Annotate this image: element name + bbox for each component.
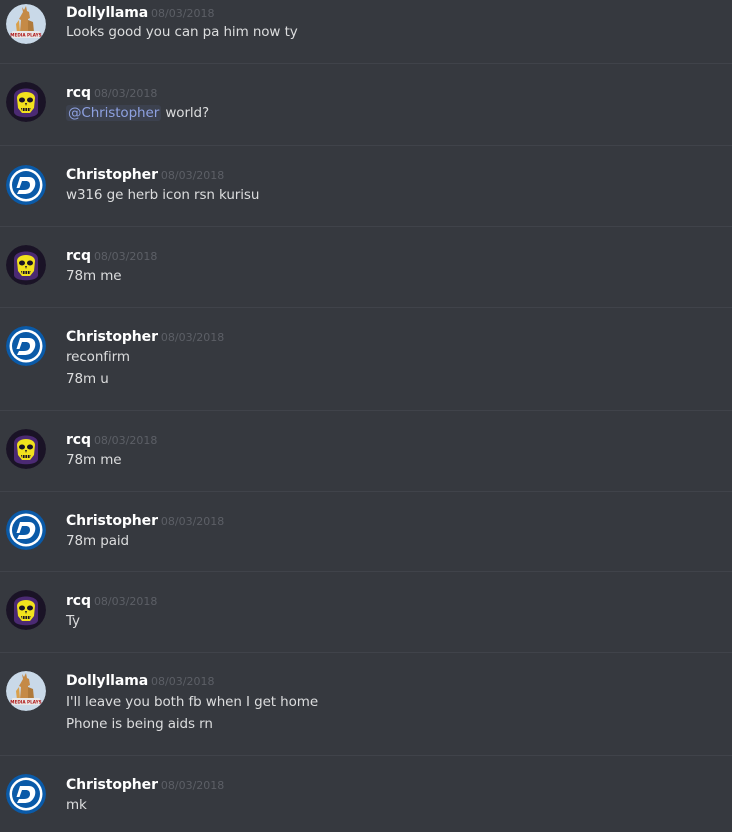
skeletor-skull-avatar-icon	[6, 590, 46, 630]
message-timestamp: 08/03/2018	[160, 331, 225, 344]
author-name[interactable]: rcq	[66, 85, 91, 101]
message-header: rcq 08/03/2018	[66, 245, 157, 265]
user-avatar-rcq[interactable]	[6, 590, 46, 630]
message-divider	[0, 571, 732, 572]
message-text: reconfirm	[66, 349, 130, 365]
message-text: 78m u	[66, 371, 109, 387]
message-divider	[0, 652, 732, 653]
message-text: 78m paid	[66, 533, 129, 549]
message-divider	[0, 410, 732, 411]
author-name[interactable]: rcq	[66, 248, 91, 264]
message-timestamp: 08/03/2018	[151, 7, 215, 20]
author-name[interactable]: rcq	[66, 432, 91, 448]
message-text: 78m me	[66, 452, 122, 468]
chat-message-list: MEDIA PLAYS Dollyllama 08/03/2018 Looks g…	[0, 0, 732, 832]
message-text: mk	[66, 797, 87, 813]
message-text: Ty	[66, 613, 80, 629]
message-divider	[0, 755, 732, 756]
user-avatar-christopher[interactable]	[6, 165, 46, 205]
skeletor-skull-avatar-icon	[6, 82, 46, 122]
author-name[interactable]: Christopher	[66, 167, 158, 183]
message-header: Christopher 08/03/2018	[66, 774, 224, 794]
message-text: Looks good you can pa him now ty	[66, 24, 298, 40]
llama-avatar-icon: MEDIA PLAYS	[6, 4, 46, 44]
skeletor-skull-avatar-icon	[6, 245, 46, 285]
author-name[interactable]: Christopher	[66, 513, 158, 529]
user-avatar-christopher[interactable]	[6, 774, 46, 814]
message-header: rcq 08/03/2018	[66, 429, 157, 449]
message-header: Christopher 08/03/2018	[66, 326, 224, 346]
message-text: w316 ge herb icon rsn kurisu	[66, 187, 260, 203]
user-avatar-rcq[interactable]	[6, 429, 46, 469]
author-name[interactable]: Dollyllama	[66, 5, 148, 21]
message-timestamp: 08/03/2018	[160, 779, 225, 792]
message-timestamp: 08/03/2018	[93, 595, 158, 608]
digibyte-d-logo-avatar-icon	[6, 165, 46, 205]
digibyte-d-logo-avatar-icon	[6, 774, 46, 814]
user-avatar-rcq[interactable]	[6, 245, 46, 285]
author-name[interactable]: Christopher	[66, 777, 158, 793]
digibyte-d-logo-avatar-icon	[6, 510, 46, 550]
message-header: rcq 08/03/2018	[66, 590, 157, 610]
message-header: Dollyllama 08/03/2018	[66, 2, 214, 22]
avatar-caption: MEDIA PLAYS	[10, 33, 41, 38]
message-timestamp: 08/03/2018	[160, 515, 225, 528]
user-avatar-dollyllama[interactable]: MEDIA PLAYS	[6, 4, 46, 44]
message-text: I'll leave you both fb when I get home	[66, 694, 319, 710]
user-avatar-christopher[interactable]	[6, 326, 46, 366]
user-mention[interactable]: @Christopher	[66, 105, 162, 121]
skeletor-skull-avatar-icon	[6, 429, 46, 469]
message-header: rcq 08/03/2018	[66, 82, 157, 102]
author-name[interactable]: Dollyllama	[66, 673, 148, 689]
message-text: Phone is being aids rn	[66, 716, 213, 732]
message-header: Dollyllama 08/03/2018	[66, 670, 214, 690]
message-timestamp: 08/03/2018	[93, 250, 158, 263]
message-header: Christopher 08/03/2018	[66, 510, 224, 530]
message-divider	[0, 226, 732, 227]
message-timestamp: 08/03/2018	[93, 87, 158, 100]
user-avatar-christopher[interactable]	[6, 510, 46, 550]
message-text: 78m me	[66, 268, 122, 284]
message-text: @Christopher world?	[66, 105, 209, 125]
message-timestamp: 08/03/2018	[160, 169, 225, 182]
message-timestamp: 08/03/2018	[151, 675, 215, 688]
message-divider	[0, 491, 732, 492]
message-timestamp: 08/03/2018	[93, 434, 158, 447]
message-divider	[0, 63, 732, 64]
message-header: Christopher 08/03/2018	[66, 164, 224, 184]
digibyte-d-logo-avatar-icon	[6, 326, 46, 366]
llama-avatar-icon: MEDIA PLAYS	[6, 671, 46, 711]
avatar-caption: MEDIA PLAYS	[10, 700, 41, 705]
author-name[interactable]: Christopher	[66, 329, 158, 345]
user-avatar-rcq[interactable]	[6, 82, 46, 122]
author-name[interactable]: rcq	[66, 593, 91, 609]
message-divider	[0, 145, 732, 146]
message-text-after-mention: world?	[161, 105, 210, 121]
message-divider	[0, 307, 732, 308]
user-avatar-dollyllama[interactable]: MEDIA PLAYS	[6, 671, 46, 711]
